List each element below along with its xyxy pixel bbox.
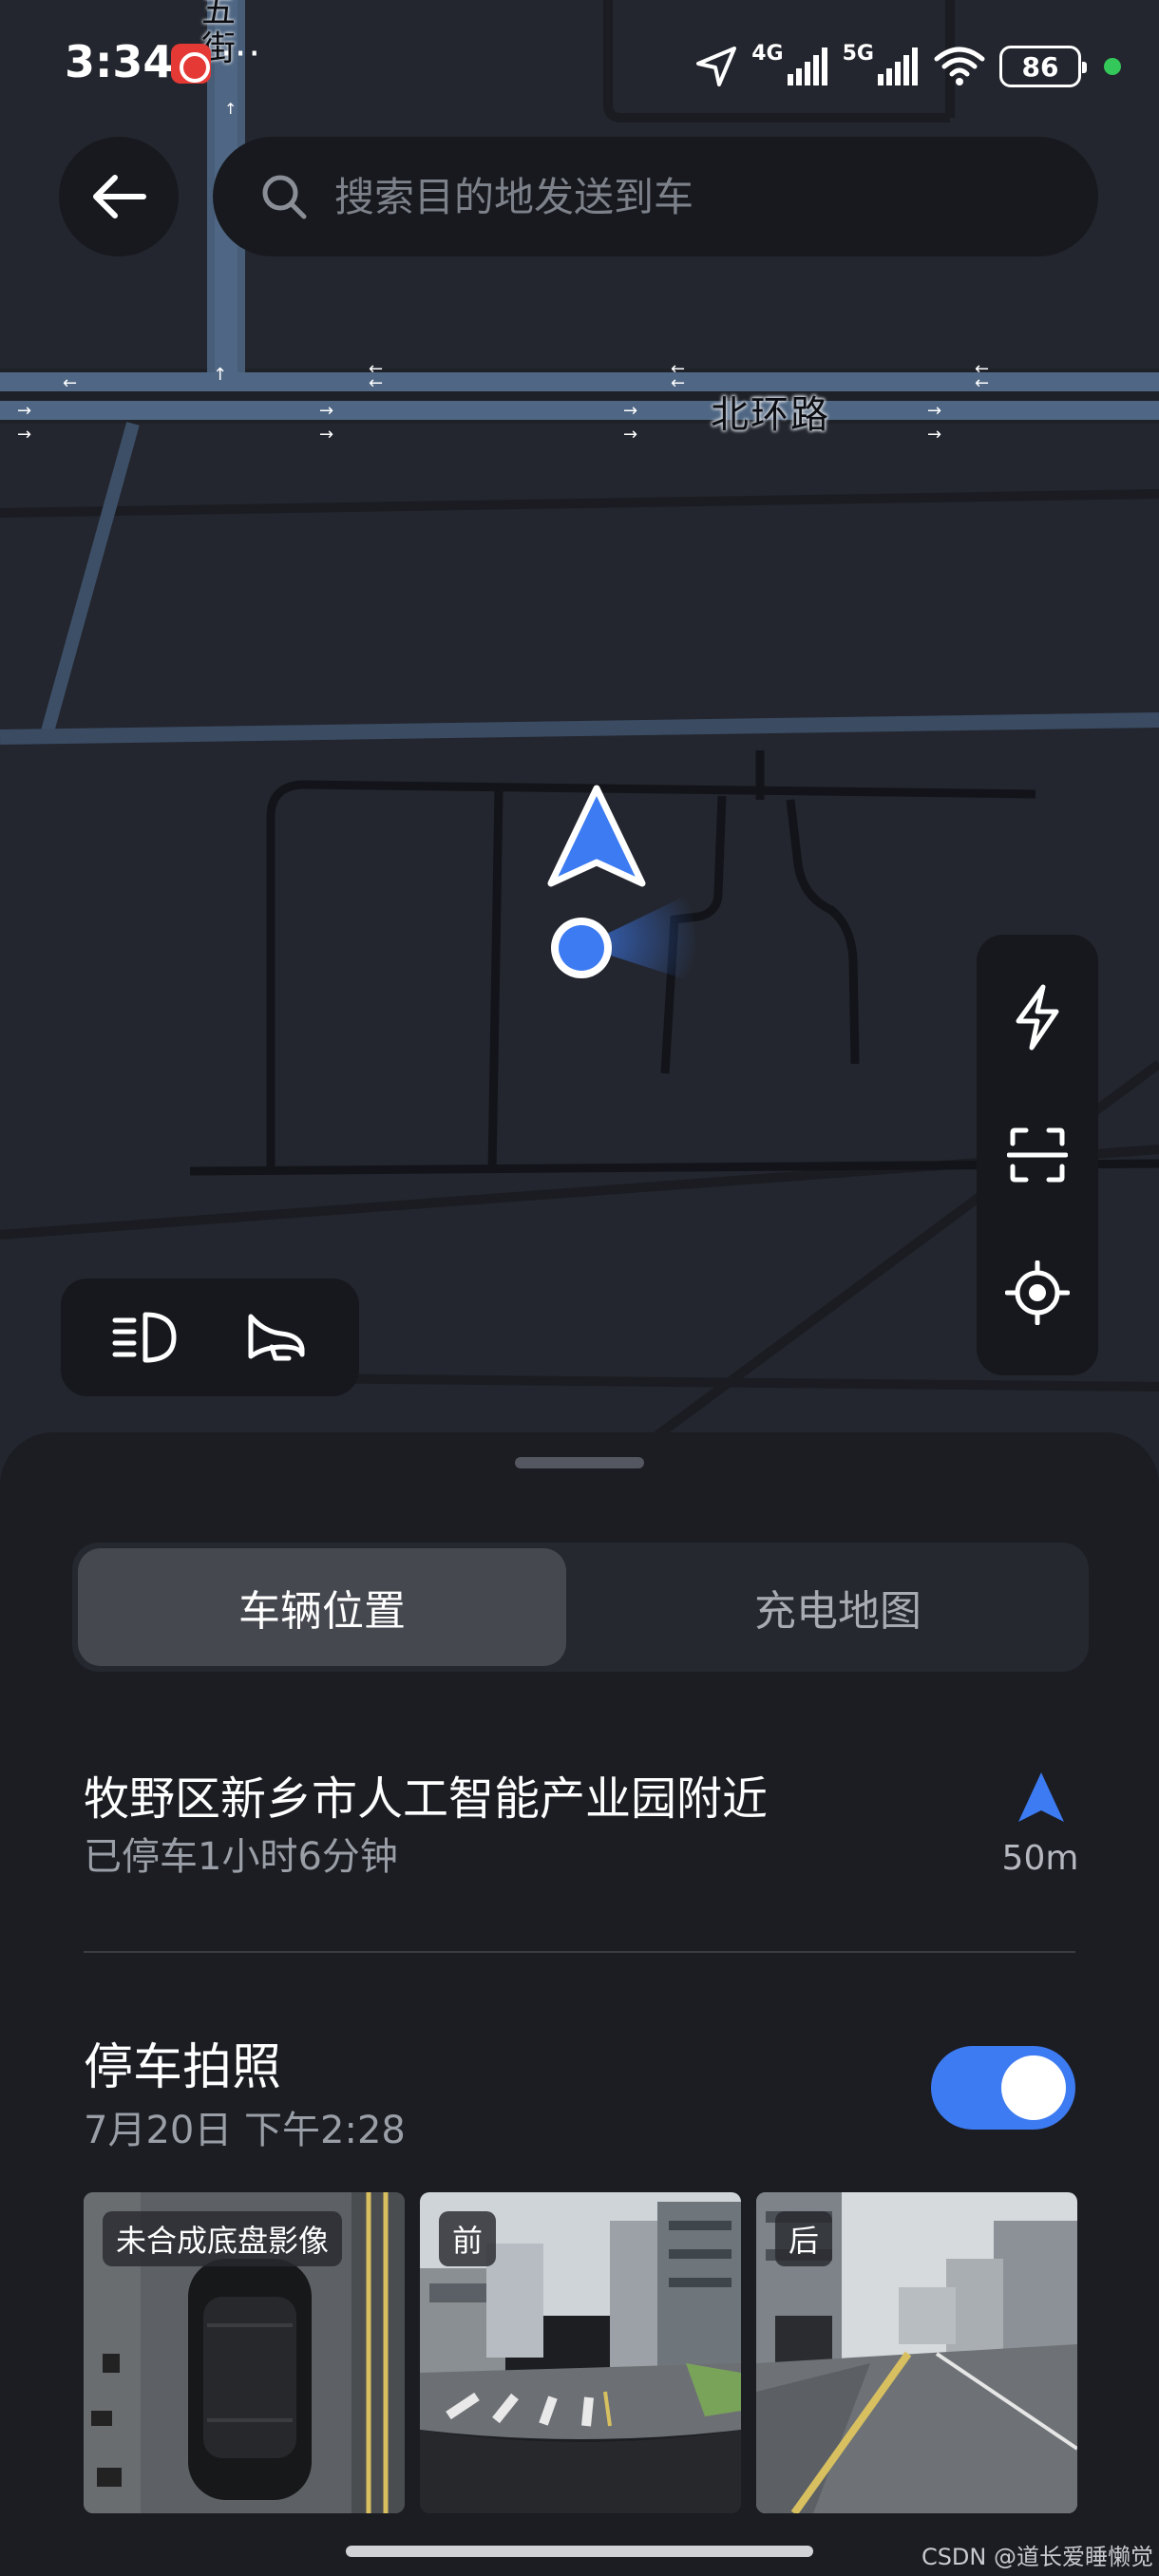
map-controls-panel xyxy=(977,935,1098,1375)
svg-text:←: ← xyxy=(63,373,77,393)
home-indicator[interactable] xyxy=(346,2546,813,2557)
network-b-label: 5G xyxy=(842,41,874,66)
svg-text:→: → xyxy=(623,401,637,421)
bottom-sheet: 车辆位置 充电地图 牧野区新乡市人工智能产业园附近 已停车1小时6分钟 50m … xyxy=(0,1432,1159,2576)
thumbnail-front[interactable]: 前 xyxy=(420,2192,741,2513)
search-icon xyxy=(262,175,307,219)
distance-label: 50m xyxy=(1001,1839,1079,1878)
sheet-drag-handle[interactable] xyxy=(515,1457,644,1468)
watermark: CSDN @道长爱睡懒觉 xyxy=(921,2544,1153,2570)
navigate-to-car-icon[interactable] xyxy=(1015,1771,1068,1826)
headlight-button[interactable] xyxy=(97,1290,192,1385)
svg-text:←: ← xyxy=(975,373,989,393)
svg-text:→: → xyxy=(927,401,941,421)
toggle-knob xyxy=(1001,2055,1066,2120)
wifi-icon xyxy=(934,47,985,85)
parking-photo-toggle[interactable] xyxy=(931,2046,1075,2130)
thumbnail-tag: 后 xyxy=(775,2211,833,2266)
divider xyxy=(84,1951,1075,1953)
svg-text:←: ← xyxy=(369,373,383,393)
thumbnail-chassis[interactable]: 未合成底盘影像 xyxy=(84,2192,405,2513)
road-label: 北环路 xyxy=(711,393,830,437)
parking-duration: 已停车1小时6分钟 xyxy=(84,1835,398,1879)
status-time: 3:34 xyxy=(65,36,174,87)
scan-button[interactable] xyxy=(990,1108,1085,1203)
svg-text:→: → xyxy=(623,425,637,445)
svg-text:←: ← xyxy=(671,373,685,393)
search-bar[interactable] xyxy=(213,137,1098,256)
svg-text:→: → xyxy=(319,425,333,445)
svg-text:→: → xyxy=(927,425,941,445)
tab-vehicle-location[interactable]: 车辆位置 xyxy=(78,1548,566,1666)
app-notification-icon xyxy=(171,44,211,84)
svg-text:←: ← xyxy=(210,367,230,381)
thumbnail-rear[interactable]: 后 xyxy=(756,2192,1077,2513)
signal-a-icon xyxy=(787,47,827,85)
vehicle-controls-panel xyxy=(61,1279,359,1396)
scan-icon xyxy=(1007,1127,1068,1183)
back-arrow-icon xyxy=(93,175,146,218)
privacy-indicator-dot xyxy=(1104,58,1121,75)
locate-button[interactable] xyxy=(990,1245,1085,1340)
horn-button[interactable] xyxy=(229,1290,324,1385)
search-input[interactable] xyxy=(334,173,1075,220)
location-services-icon xyxy=(696,47,737,86)
locate-icon xyxy=(1005,1260,1070,1326)
svg-text:→: → xyxy=(319,401,333,421)
parking-photo-title: 停车拍照 xyxy=(84,2039,282,2096)
battery-indicator: 86 xyxy=(999,46,1087,87)
back-button[interactable] xyxy=(59,137,179,256)
location-title: 牧野区新乡市人工智能产业园附近 xyxy=(84,1772,769,1826)
segmented-tabs: 车辆位置 充电地图 xyxy=(72,1543,1089,1672)
tab-charging-map[interactable]: 充电地图 xyxy=(593,1548,1083,1666)
thumbnail-tag: 前 xyxy=(439,2211,497,2266)
lightning-icon xyxy=(1016,984,1059,1051)
photo-thumbnails: 未合成底盘影像 前 后 xyxy=(84,2192,1077,2525)
headlight-icon xyxy=(112,1312,176,1363)
network-a-label: 4G xyxy=(751,41,784,66)
svg-text:→: → xyxy=(17,401,31,421)
screen: ← ← ← ← ← ← ← → → → → → → → → ← ↑ 北环路 五 … xyxy=(0,0,1159,2576)
thumbnail-tag: 未合成底盘影像 xyxy=(103,2211,343,2266)
charging-button[interactable] xyxy=(990,970,1085,1065)
battery-level: 86 xyxy=(1021,50,1059,83)
status-bar: 3:34 ··· 4G 5G 86 xyxy=(0,0,1159,133)
location-dot-icon xyxy=(551,918,612,978)
svg-text:→: → xyxy=(17,425,31,445)
horn-icon xyxy=(248,1314,304,1361)
parking-photo-date: 7月20日 下午2:28 xyxy=(84,2109,406,2152)
status-indicators: 4G 5G 86 xyxy=(694,40,1121,93)
signal-b-icon xyxy=(878,47,918,85)
more-notifications: ··· xyxy=(220,32,263,76)
